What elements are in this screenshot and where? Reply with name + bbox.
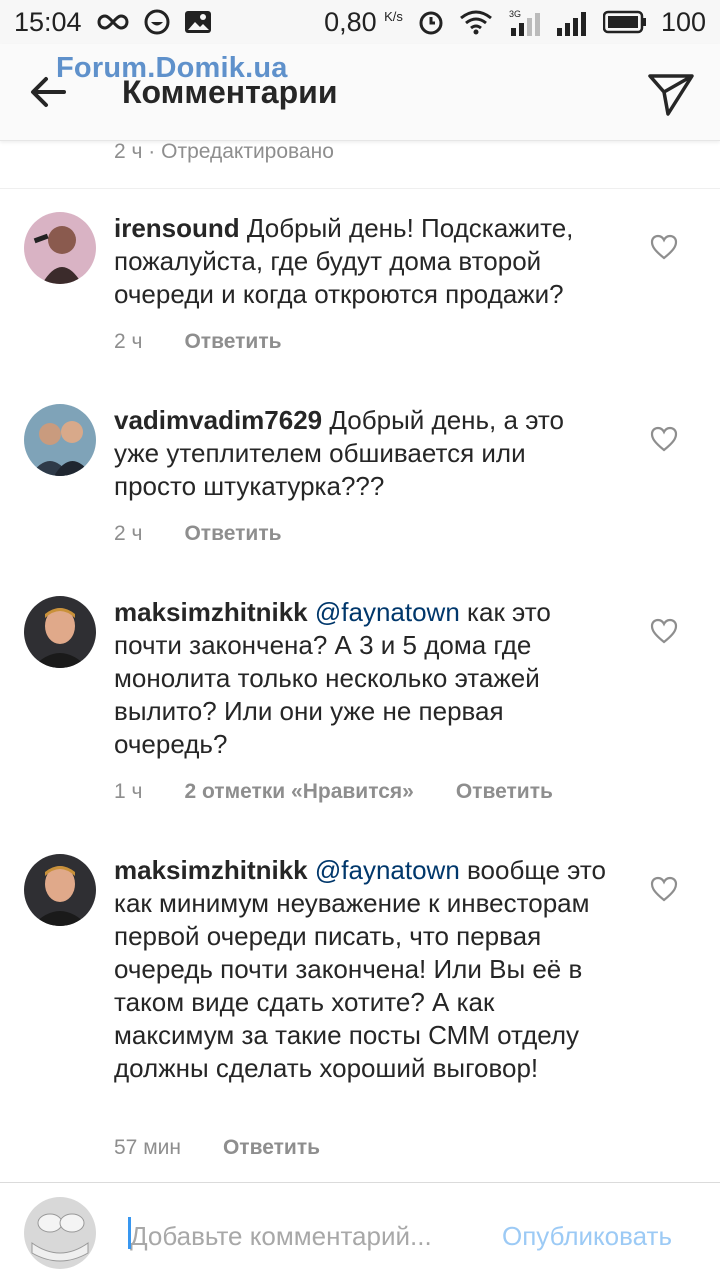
text-cursor <box>128 1217 131 1249</box>
send-icon <box>648 74 694 116</box>
heart-icon <box>650 876 678 902</box>
wifi-icon <box>459 9 493 35</box>
caption-meta: 2 ч · Отредактировано <box>114 140 334 163</box>
comment-body: maksimzhitnikk @faynatown вообще это как… <box>114 854 614 1085</box>
reply-button[interactable]: Ответить <box>223 1136 320 1160</box>
like-button[interactable] <box>650 618 678 644</box>
reply-button[interactable]: Ответить <box>184 330 281 354</box>
comment-text: вообще это как минимум неуважение к инве… <box>114 855 606 1083</box>
avatar[interactable] <box>24 212 96 284</box>
gallery-icon <box>184 10 212 34</box>
comment-mention[interactable]: @faynatown <box>315 597 460 627</box>
comment-body: irensound Добрый день! Подскажите, пожал… <box>114 212 614 311</box>
avatar[interactable] <box>24 596 96 668</box>
comment-username[interactable]: irensound <box>114 213 240 243</box>
comment-meta: 2 ч Ответить <box>114 522 282 546</box>
divider <box>0 188 720 189</box>
comment-meta: 2 ч Ответить <box>114 330 282 354</box>
heart-icon <box>650 426 678 452</box>
comment-body: vadimvadim7629 Добрый день, а это уже ут… <box>114 404 614 503</box>
heart-icon <box>650 234 678 260</box>
like-button[interactable] <box>650 234 678 260</box>
comment-time: 2 ч <box>114 522 143 545</box>
alarm-icon <box>417 8 445 36</box>
speed-value: 0,80 <box>324 6 377 37</box>
status-bar: 15:04 0,80 K/s 3G 100 <box>0 0 720 44</box>
avatar[interactable] <box>24 854 96 926</box>
comment-input[interactable] <box>128 1217 482 1255</box>
heart-icon <box>650 618 678 644</box>
comment-time: 57 мин <box>114 1136 181 1159</box>
comment-body: maksimzhitnikk @faynatown как это почти … <box>114 596 614 761</box>
comment-username[interactable]: maksimzhitnikk <box>114 855 308 885</box>
speed-unit: K/s <box>384 8 403 24</box>
comment-username[interactable]: vadimvadim7629 <box>114 405 322 435</box>
comment-time: 1 ч <box>114 780 143 803</box>
comment-meta: 57 мин Ответить <box>114 1136 320 1160</box>
signal-icon <box>555 8 589 36</box>
likes-count[interactable]: 2 отметки «Нравится» <box>184 780 413 804</box>
publish-button[interactable]: Опубликовать <box>502 1221 672 1252</box>
comment-time: 2 ч <box>114 330 143 353</box>
avatar[interactable] <box>24 404 96 476</box>
status-time: 15:04 <box>14 6 82 37</box>
like-button[interactable] <box>650 426 678 452</box>
svg-text:3G: 3G <box>509 9 521 19</box>
battery-icon <box>602 10 647 34</box>
smiley-icon <box>144 9 170 35</box>
comment-composer: Опубликовать <box>0 1182 720 1281</box>
reply-button[interactable]: Ответить <box>184 522 281 546</box>
battery-level: 100 <box>660 6 706 37</box>
comment-mention[interactable]: @faynatown <box>315 855 460 885</box>
top-bar: Комментарии Forum.Domik.ua <box>0 44 720 141</box>
my-avatar <box>24 1197 96 1269</box>
comment-meta: 1 ч 2 отметки «Нравится» Ответить <box>114 780 553 804</box>
watermark: Forum.Domik.ua <box>56 52 288 84</box>
reply-button[interactable]: Ответить <box>456 780 553 804</box>
signal-3g-icon: 3G <box>507 8 541 36</box>
network-speed: 0,80 K/s <box>324 7 403 38</box>
comment-username[interactable]: maksimzhitnikk <box>114 597 308 627</box>
share-button[interactable] <box>646 68 696 118</box>
like-button[interactable] <box>650 876 678 902</box>
infinity-icon <box>96 12 130 32</box>
